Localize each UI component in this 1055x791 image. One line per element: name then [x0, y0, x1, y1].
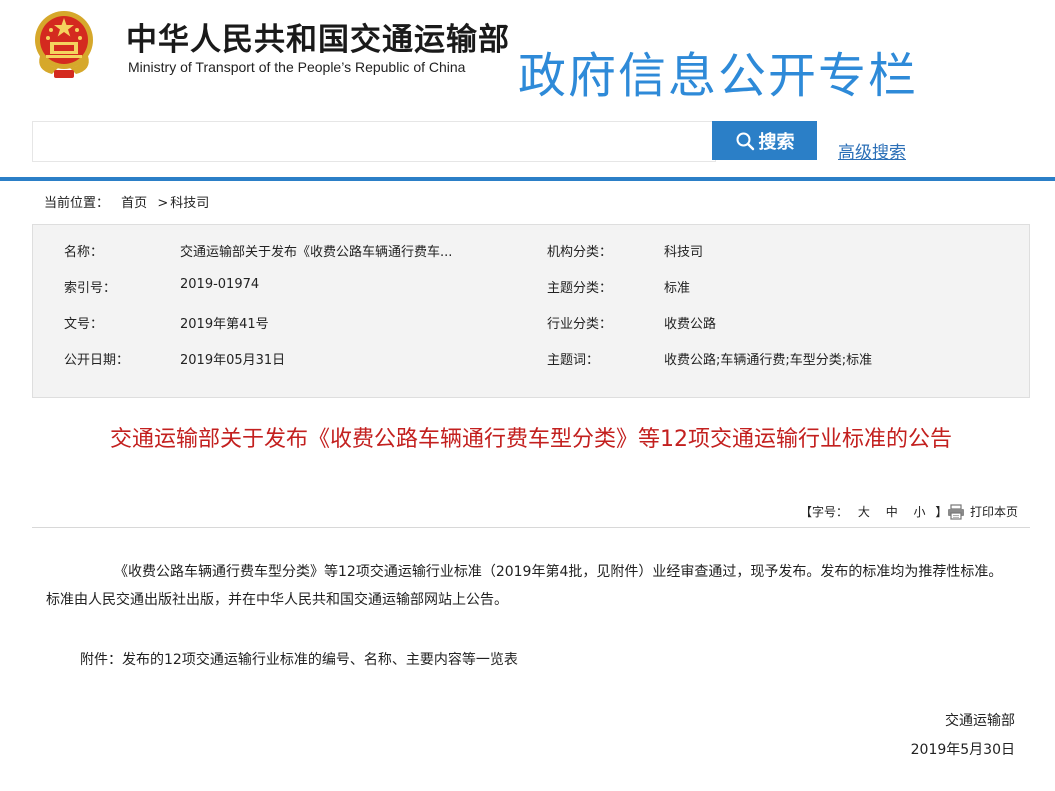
printer-icon — [948, 503, 964, 520]
meta-topic-label: 主题分类： — [547, 281, 613, 296]
breadcrumb-prefix: 当前位置： — [44, 196, 110, 211]
meta-org-value: 科技司 — [664, 245, 704, 260]
meta-docno-value: 2019年第41号 — [180, 317, 269, 332]
font-size-tools: 【字号： 大 中 小 】 — [800, 503, 947, 520]
search-icon — [736, 132, 754, 150]
tools-divider — [32, 527, 1030, 528]
breadcrumb: 当前位置： 首页 > 科技司 — [44, 192, 211, 211]
meta-org-label: 机构分类： — [547, 245, 613, 260]
search-input[interactable] — [32, 121, 716, 162]
font-size-large-button[interactable]: 大 — [858, 505, 870, 519]
meta-index-label: 索引号： — [64, 281, 117, 296]
search-button-label: 搜索 — [758, 131, 795, 152]
print-button[interactable]: 打印本页 — [947, 503, 1018, 520]
font-size-small-button[interactable]: 小 — [914, 505, 926, 519]
search-button[interactable]: 搜索 — [712, 121, 817, 160]
font-size-prefix: 【字号： — [800, 505, 849, 519]
meta-industry-value: 收费公路 — [664, 317, 717, 332]
breadcrumb-separator: > — [157, 196, 169, 211]
meta-name-value: 交通运输部关于发布《收费公路车辆通行费车... — [180, 245, 453, 260]
font-size-medium-button[interactable]: 中 — [886, 505, 898, 519]
meta-keywords-value: 收费公路;车辆通行费;车型分类;标准 — [664, 353, 873, 368]
meta-topic-value: 标准 — [664, 281, 691, 296]
article-title: 交通运输部关于发布《收费公路车辆通行费车型分类》等12项交通运输行业标准的公告 — [110, 427, 952, 452]
meta-index-value: 2019-01974 — [180, 277, 260, 292]
site-name-en[interactable]: Ministry of Transport of the People’s Re… — [128, 59, 465, 75]
meta-keywords-label: 主题词： — [547, 353, 600, 368]
signature-date: 2019年5月30日 — [910, 742, 1015, 758]
national-emblem-icon[interactable] — [32, 8, 96, 80]
meta-date-value: 2019年05月31日 — [180, 353, 286, 368]
header-divider — [0, 177, 1055, 181]
article-body: 《收费公路车辆通行费车型分类》等12项交通运输行业标准（2019年第4批，见附件… — [46, 564, 1003, 608]
document-metadata: 名称： 交通运输部关于发布《收费公路车辆通行费车... 索引号： 2019-01… — [32, 224, 1030, 398]
meta-date-label: 公开日期： — [64, 353, 130, 368]
advanced-search-link[interactable]: 高级搜索 — [838, 138, 906, 163]
breadcrumb-current[interactable]: 科技司 — [170, 196, 209, 211]
column-title: 政府信息公开专栏 — [518, 48, 919, 104]
font-size-suffix: 】 — [935, 505, 948, 519]
print-label: 打印本页 — [970, 505, 1019, 519]
attachment-note: 附件：发布的12项交通运输行业标准的编号、名称、主要内容等一览表 — [80, 652, 518, 668]
site-name-cn[interactable]: 中华人民共和国交通运输部 — [126, 14, 510, 59]
meta-industry-label: 行业分类： — [547, 317, 613, 332]
breadcrumb-home[interactable]: 首页 — [121, 196, 147, 211]
signature-org: 交通运输部 — [945, 713, 1015, 729]
meta-docno-label: 文号： — [64, 317, 104, 332]
site-header: 中华人民共和国交通运输部 Ministry of Transport of th… — [0, 0, 1055, 118]
meta-name-label: 名称： — [64, 245, 104, 260]
